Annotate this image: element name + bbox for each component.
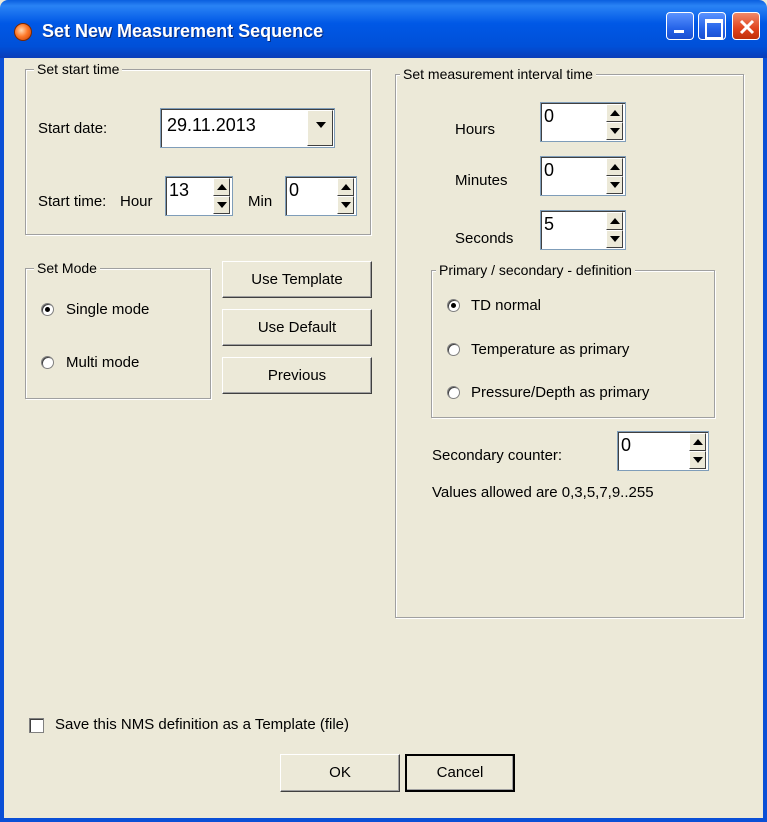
hour-label: Hour bbox=[120, 193, 153, 210]
td-normal-label: TD normal bbox=[471, 297, 542, 314]
spin-up-icon[interactable] bbox=[606, 212, 623, 230]
start-time-group-label: Set start time bbox=[34, 61, 123, 77]
temperature-primary-radio[interactable] bbox=[447, 343, 460, 356]
use-template-button[interactable]: Use Template bbox=[222, 261, 372, 298]
spin-up-icon[interactable] bbox=[213, 178, 230, 196]
hours-value: 0 bbox=[544, 106, 555, 126]
secondary-counter-hint: Values allowed are 0,3,5,7,9..255 bbox=[432, 484, 654, 501]
use-template-label: Use Template bbox=[251, 271, 343, 288]
seconds-spinner[interactable]: 5 bbox=[540, 210, 626, 250]
pressure-primary-radio[interactable] bbox=[447, 386, 460, 399]
previous-button[interactable]: Previous bbox=[222, 357, 372, 394]
primary-group-label: Primary / secondary - definition bbox=[436, 262, 635, 278]
title-bar[interactable]: Set New Measurement Sequence bbox=[0, 0, 767, 58]
minimize-button[interactable] bbox=[666, 12, 694, 40]
close-button[interactable] bbox=[732, 12, 760, 40]
multi-mode-radio[interactable] bbox=[41, 356, 54, 369]
spin-up-icon[interactable] bbox=[606, 104, 623, 122]
minutes-label: Minutes bbox=[455, 172, 508, 189]
cancel-label: Cancel bbox=[436, 764, 484, 781]
ok-label: OK bbox=[329, 764, 351, 781]
start-date-combo[interactable]: 29.11.2013 bbox=[160, 108, 335, 148]
min-label: Min bbox=[248, 193, 273, 210]
start-time-label: Start time: bbox=[38, 193, 107, 210]
start-date-label: Start date: bbox=[38, 120, 108, 137]
seconds-label: Seconds bbox=[455, 230, 514, 247]
spin-down-icon[interactable] bbox=[606, 230, 623, 248]
single-mode-radio[interactable] bbox=[41, 303, 54, 316]
hour-value: 13 bbox=[169, 180, 190, 200]
hours-label: Hours bbox=[455, 121, 496, 138]
spin-up-icon[interactable] bbox=[337, 178, 354, 196]
hours-spinner[interactable]: 0 bbox=[540, 102, 626, 142]
minutes-spinner[interactable]: 0 bbox=[540, 156, 626, 196]
min-value: 0 bbox=[289, 180, 300, 200]
use-default-label: Use Default bbox=[257, 319, 337, 336]
spin-down-icon[interactable] bbox=[606, 176, 623, 194]
maximize-button[interactable] bbox=[698, 12, 726, 40]
spin-down-icon[interactable] bbox=[606, 122, 623, 140]
multi-mode-label: Multi mode bbox=[66, 354, 140, 371]
start-date-value: 29.11.2013 bbox=[167, 115, 256, 135]
chevron-down-icon[interactable] bbox=[307, 110, 333, 146]
secondary-counter-value: 0 bbox=[621, 435, 632, 455]
spin-down-icon[interactable] bbox=[213, 196, 230, 214]
minutes-value: 0 bbox=[544, 160, 555, 180]
pressure-primary-label: Pressure/Depth as primary bbox=[471, 384, 650, 401]
use-default-button[interactable]: Use Default bbox=[222, 309, 372, 346]
window-title: Set New Measurement Sequence bbox=[42, 21, 324, 41]
previous-label: Previous bbox=[267, 367, 327, 384]
secondary-counter-label: Secondary counter: bbox=[432, 447, 563, 464]
cancel-button[interactable]: Cancel bbox=[405, 754, 515, 792]
secondary-counter-spinner[interactable]: 0 bbox=[617, 431, 709, 471]
spin-up-icon[interactable] bbox=[606, 158, 623, 176]
save-template-checkbox[interactable] bbox=[29, 718, 44, 733]
spin-up-icon[interactable] bbox=[689, 433, 706, 451]
mode-group-label: Set Mode bbox=[34, 260, 100, 276]
ok-button[interactable]: OK bbox=[280, 754, 400, 792]
app-icon bbox=[14, 23, 32, 41]
close-icon bbox=[739, 19, 755, 35]
hour-spinner[interactable]: 13 bbox=[165, 176, 233, 216]
min-spinner[interactable]: 0 bbox=[285, 176, 357, 216]
temperature-primary-label: Temperature as primary bbox=[471, 341, 630, 358]
spin-down-icon[interactable] bbox=[337, 196, 354, 214]
save-template-label: Save this NMS definition as a Template (… bbox=[55, 716, 350, 733]
td-normal-radio[interactable] bbox=[447, 299, 460, 312]
single-mode-label: Single mode bbox=[66, 301, 150, 318]
seconds-value: 5 bbox=[544, 214, 555, 234]
spin-down-icon[interactable] bbox=[689, 451, 706, 469]
mode-group: Set Mode bbox=[25, 260, 211, 399]
interval-group-label: Set measurement interval time bbox=[400, 66, 596, 82]
